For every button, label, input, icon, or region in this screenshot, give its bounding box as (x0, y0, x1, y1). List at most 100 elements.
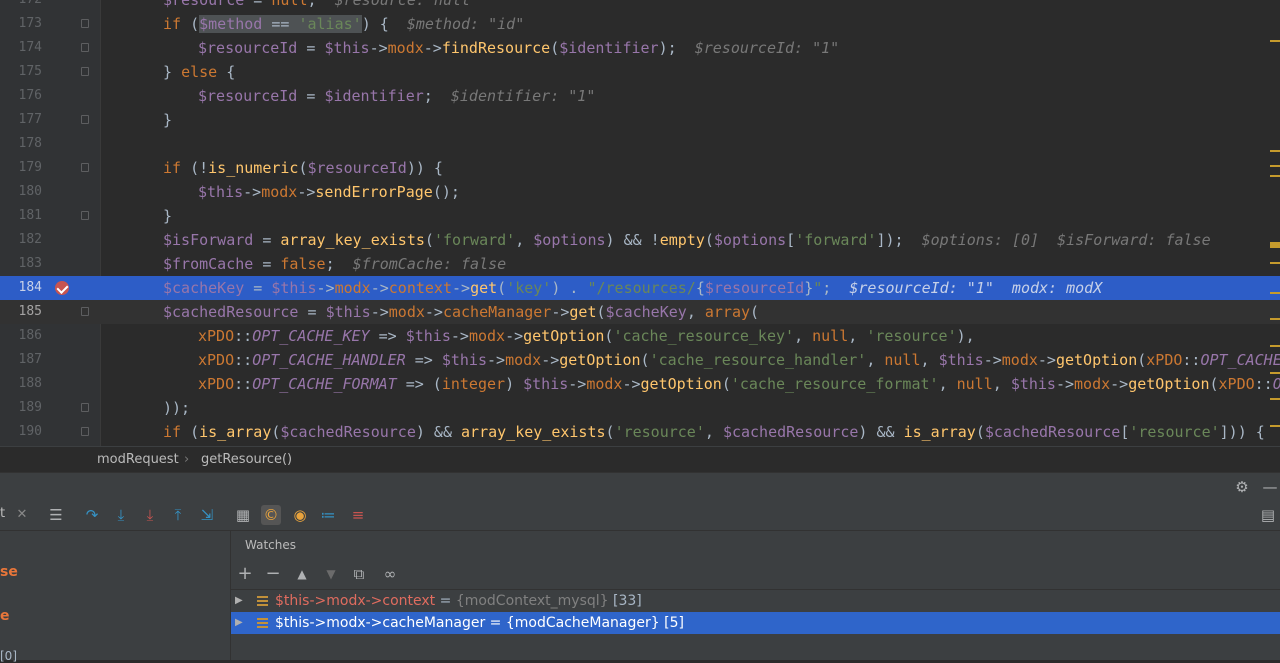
line-number[interactable]: 189 (0, 396, 42, 420)
code-text[interactable]: xPDO::OPT_CACHE_FORMAT => (integer) $thi… (198, 372, 1280, 396)
frames-pane[interactable]: se e [0] (0, 531, 231, 663)
code-line[interactable]: 175 } else { (0, 60, 1280, 84)
minimize-icon[interactable]: — (1260, 477, 1280, 497)
fold-marker-icon[interactable] (81, 115, 89, 124)
line-number[interactable]: 183 (0, 252, 42, 276)
add-watch-list-icon[interactable]: ≡ (348, 505, 368, 525)
code-line[interactable]: 187 xPDO::OPT_CACHE_HANDLER => $this->mod… (0, 348, 1280, 372)
code-line[interactable]: 172 $resource = null; $resource: null (0, 0, 1280, 12)
line-number[interactable]: 188 (0, 372, 42, 396)
run-to-cursor-icon[interactable]: ⇲ (197, 505, 217, 525)
code-text[interactable]: } (163, 108, 172, 132)
frames-list-icon[interactable]: ☰ (46, 505, 66, 525)
code-text[interactable]: } else { (163, 60, 235, 84)
copy-icon[interactable]: ⧉ (349, 564, 369, 584)
code-line[interactable]: 185 $cachedResource = $this->modx->cacheM… (0, 300, 1280, 324)
code-line[interactable]: 176 $resourceId = $identifier; $identifie… (0, 84, 1280, 108)
code-text[interactable]: $cachedResource = $this->modx->cacheMana… (163, 300, 759, 324)
step-over-icon[interactable]: ↷ (82, 505, 102, 525)
line-number[interactable]: 186 (0, 324, 42, 348)
line-number[interactable]: 178 (0, 132, 42, 156)
frame-fragment-2[interactable]: e (0, 608, 10, 624)
fold-marker-icon[interactable] (81, 163, 89, 172)
code-line[interactable]: 181} (0, 204, 1280, 228)
watch-item-context[interactable]: ▶ $this->modx->context = {modContext_mys… (231, 590, 1280, 612)
code-line[interactable]: 180 $this->modx->sendErrorPage(); (0, 180, 1280, 204)
code-text[interactable]: } (163, 204, 172, 228)
code-text[interactable]: if ($method == 'alias') { $method: "id" (163, 12, 524, 36)
line-number[interactable]: 187 (0, 348, 42, 372)
code-line[interactable]: 182 $isForward = array_key_exists('forwar… (0, 228, 1280, 252)
show-watches-icon[interactable]: ◉ (290, 505, 310, 525)
code-text[interactable]: xPDO::OPT_CACHE_HANDLER => $this->modx->… (198, 348, 1280, 372)
line-number[interactable]: 177 (0, 108, 42, 132)
line-number[interactable]: 173 (0, 12, 42, 36)
fold-marker-icon[interactable] (81, 211, 89, 220)
frame-fragment-3[interactable]: [0] (0, 649, 17, 663)
code-line[interactable]: 184 $cacheKey = $this->modx->context->get… (0, 276, 1280, 300)
fold-marker-icon[interactable] (81, 307, 89, 316)
step-into-icon[interactable]: ⤓ (111, 505, 131, 525)
code-editor[interactable]: 172 $resource = null; $resource: null 173 i… (0, 0, 1280, 446)
show-constants-icon[interactable]: © (261, 505, 281, 525)
code-text[interactable]: $isForward = array_key_exists('forward',… (163, 228, 1211, 252)
breadcrumb-class[interactable]: modRequest (97, 452, 179, 467)
code-line[interactable]: 190 if (is_array($cachedResource) && arra… (0, 420, 1280, 444)
code-text[interactable]: $fromCache = false; $fromCache: false (163, 252, 506, 276)
line-number[interactable]: 172 (0, 0, 42, 12)
numbered-list-icon[interactable]: ≔ (318, 505, 338, 525)
editor-scrollbar-markers[interactable] (1270, 0, 1280, 446)
move-down-icon[interactable]: ▼ (321, 564, 341, 584)
code-line[interactable]: 179 if (!is_numeric($resourceId)) { (0, 156, 1280, 180)
frame-fragment-1[interactable]: se (0, 564, 18, 580)
close-tab-icon[interactable]: ✕ (12, 505, 32, 525)
watch-item-cache-manager[interactable]: ▶ $this->modx->cacheManager = {modCacheM… (231, 612, 1280, 634)
code-text[interactable]: $resourceId = $this->modx->findResource(… (198, 36, 839, 60)
code-line[interactable]: 173 if ($method == 'alias') { $method: "i… (0, 12, 1280, 36)
line-number[interactable]: 176 (0, 84, 42, 108)
add-icon[interactable]: + (235, 564, 255, 584)
code-line[interactable]: 189)); (0, 396, 1280, 420)
step-out-icon[interactable]: ⤒ (168, 505, 188, 525)
fold-marker-icon[interactable] (81, 67, 89, 76)
line-number[interactable]: 175 (0, 60, 42, 84)
line-number[interactable]: 179 (0, 156, 42, 180)
fold-marker-icon[interactable] (81, 43, 89, 52)
force-step-into-icon[interactable]: ⤓ (140, 505, 160, 525)
code-text[interactable]: if (!is_numeric($resourceId)) { (163, 156, 443, 180)
line-number[interactable]: 182 (0, 228, 42, 252)
code-text[interactable]: $this->modx->sendErrorPage(); (198, 180, 460, 204)
fold-marker-icon[interactable] (81, 403, 89, 412)
line-number[interactable]: 190 (0, 420, 42, 444)
watches-pane[interactable]: Watches + − ▲ ▼ ⧉ ∞ ▶ $this->modx->conte… (231, 531, 1280, 660)
code-line[interactable]: 188 xPDO::OPT_CACHE_FORMAT => (integer) $… (0, 372, 1280, 396)
code-line[interactable]: 174 $resourceId = $this->modx->findResour… (0, 36, 1280, 60)
remove-icon[interactable]: − (263, 564, 283, 584)
code-line[interactable]: 178 (0, 132, 1280, 156)
code-text[interactable]: xPDO::OPT_CACHE_KEY => $this->modx->getO… (198, 324, 975, 348)
layout-icon[interactable]: ▤ (1258, 505, 1278, 525)
debug-tab-label[interactable]: t (0, 506, 5, 521)
code-text[interactable]: $cacheKey = $this->modx->context->get('k… (163, 276, 1102, 300)
line-number[interactable]: 181 (0, 204, 42, 228)
line-number[interactable]: 180 (0, 180, 42, 204)
code-line[interactable]: 177} (0, 108, 1280, 132)
code-line[interactable]: 186 xPDO::OPT_CACHE_KEY => $this->modx->g… (0, 324, 1280, 348)
fold-marker-icon[interactable] (81, 427, 89, 436)
glasses-icon[interactable]: ∞ (378, 564, 402, 584)
code-text[interactable]: )); (163, 396, 190, 420)
expand-icon[interactable]: ▶ (235, 590, 243, 612)
gear-icon[interactable]: ⚙ (1232, 477, 1252, 497)
evaluate-expression-icon[interactable]: ▦ (233, 505, 253, 525)
line-number[interactable]: 184 (0, 276, 42, 300)
code-text[interactable]: if (is_array($cachedResource) && array_k… (163, 420, 1265, 444)
code-text[interactable]: $resource = null; $resource: null (163, 0, 470, 12)
breakpoint-icon[interactable] (55, 281, 69, 295)
fold-marker-icon[interactable] (81, 19, 89, 28)
line-number[interactable]: 174 (0, 36, 42, 60)
code-line[interactable]: 183 $fromCache = false; $fromCache: false (0, 252, 1280, 276)
move-up-icon[interactable]: ▲ (292, 564, 312, 584)
code-text[interactable]: $resourceId = $identifier; $identifier: … (198, 84, 595, 108)
expand-icon[interactable]: ▶ (235, 612, 243, 634)
breadcrumb-method[interactable]: getResource() (201, 452, 292, 467)
